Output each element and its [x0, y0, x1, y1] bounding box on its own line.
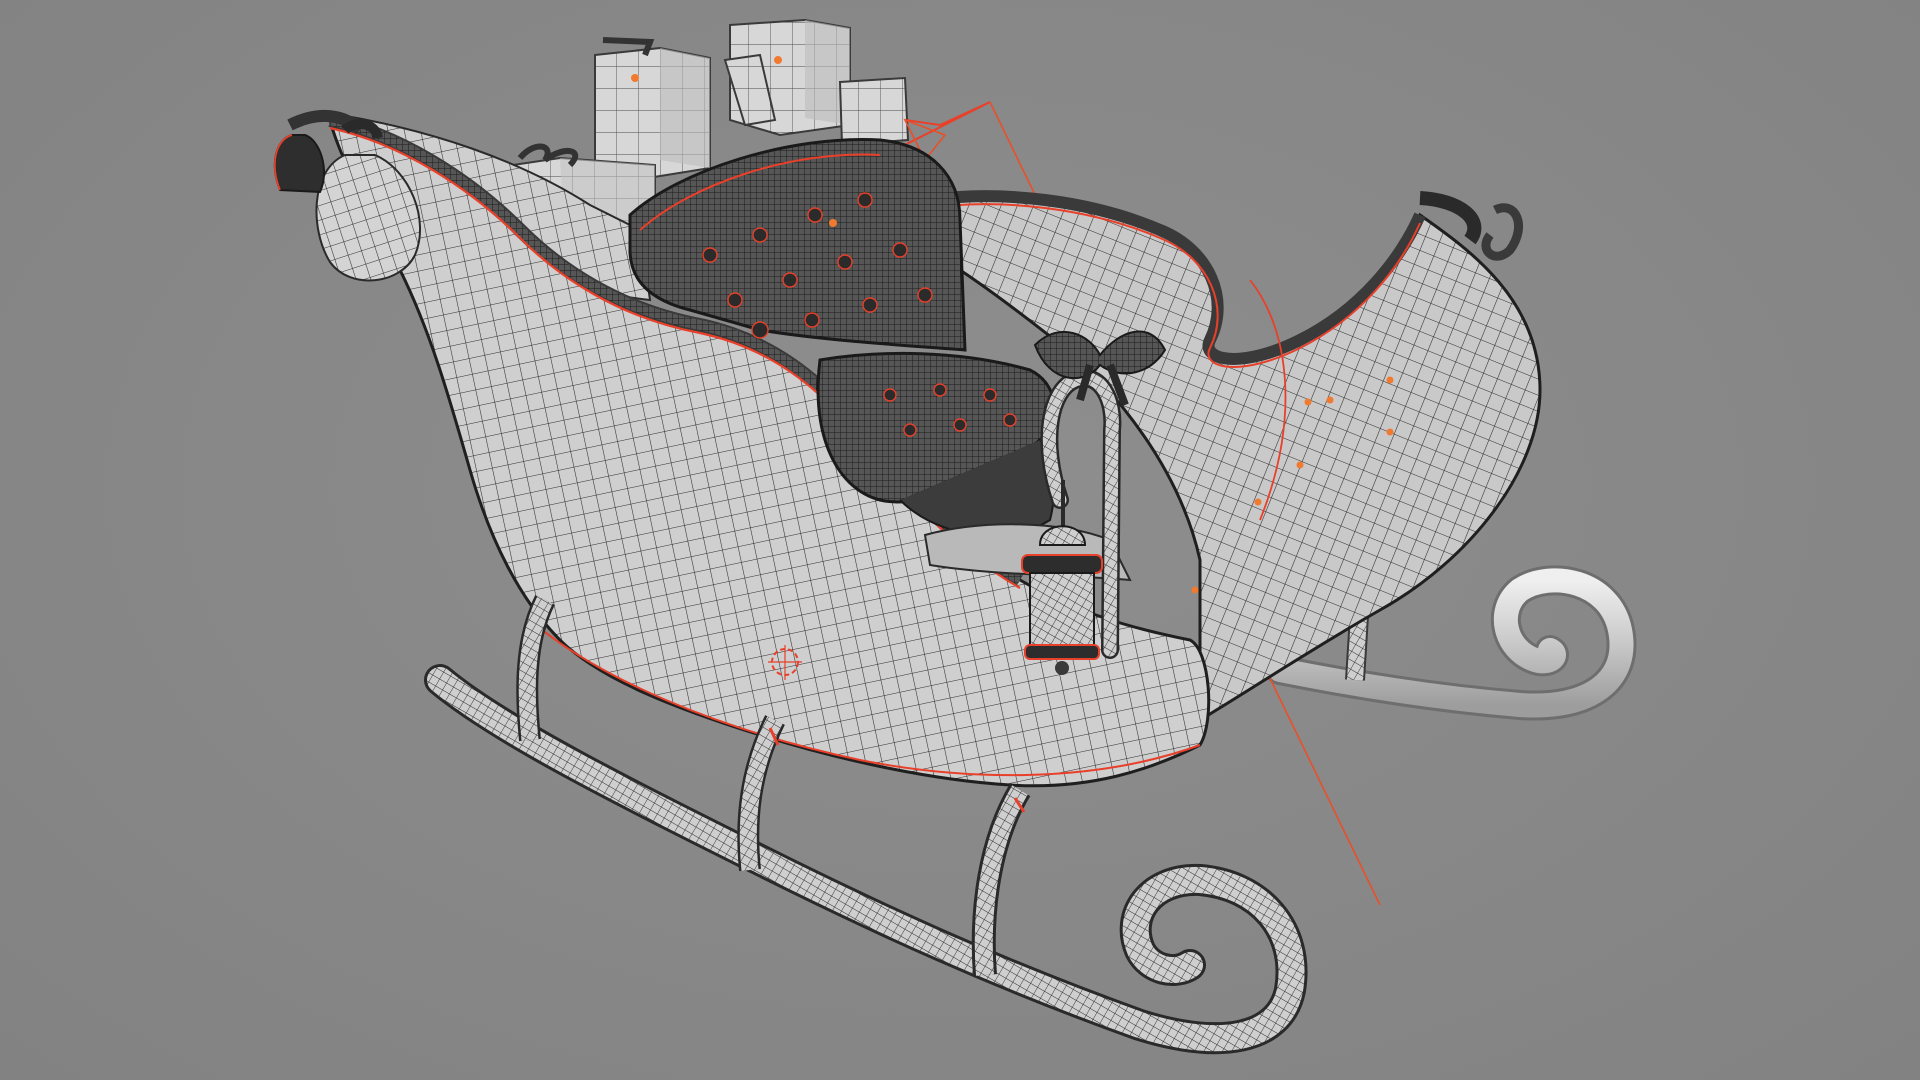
origin-marker	[1326, 396, 1334, 404]
origin-marker	[1296, 461, 1304, 469]
origin-marker	[829, 219, 837, 227]
origin-marker	[631, 74, 639, 82]
sleigh-wireframe-scene[interactable]	[0, 0, 1920, 1080]
origin-marker	[1304, 398, 1312, 406]
bell-mesh[interactable]	[273, 134, 325, 194]
origin-marker	[1386, 376, 1394, 384]
3d-viewport[interactable]	[0, 0, 1920, 1080]
origin-marker	[1254, 498, 1262, 506]
origin-marker	[774, 56, 782, 64]
origin-marker	[1191, 586, 1199, 594]
origin-marker	[1386, 428, 1394, 436]
